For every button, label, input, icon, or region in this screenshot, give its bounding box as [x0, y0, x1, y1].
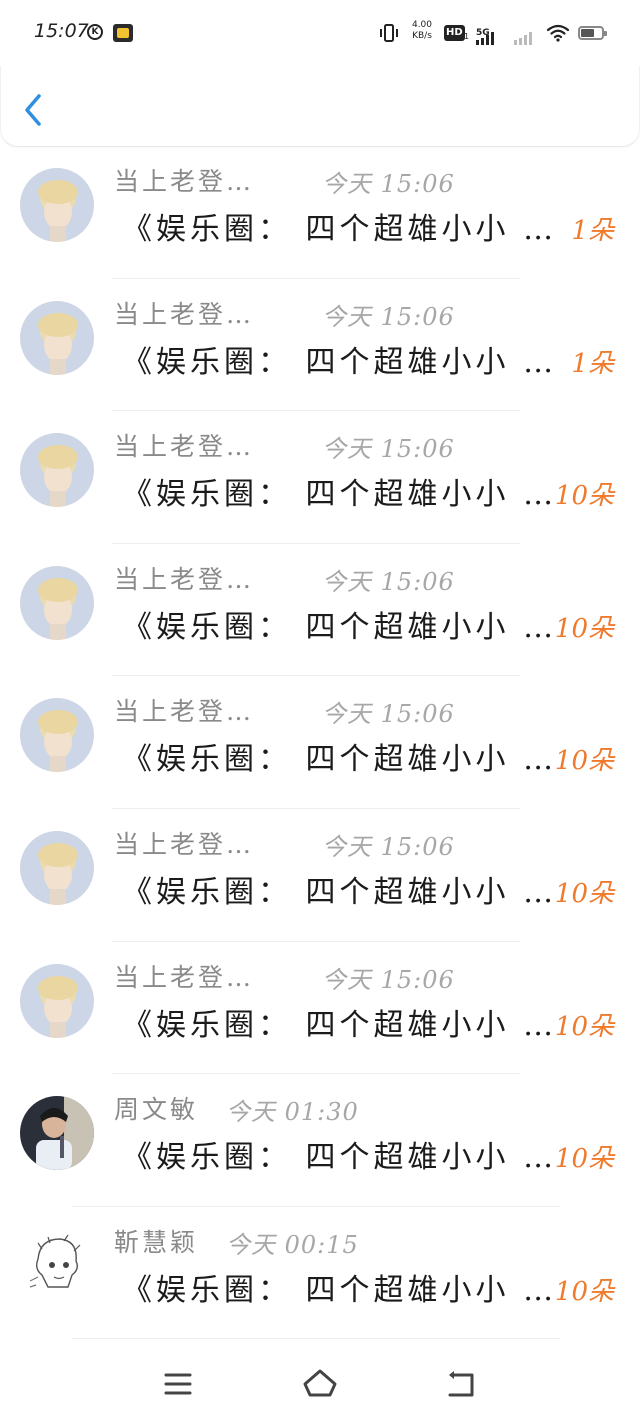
back-icon	[448, 1371, 474, 1397]
menu-button[interactable]	[158, 1364, 198, 1404]
battery-icon	[578, 26, 607, 40]
message-row[interactable]: 当上老登… 今天 15:06 《娱乐圈： 四个超雄小小 … 10朵	[0, 544, 640, 677]
hd-badge: HD	[444, 25, 465, 41]
message-preview: 《娱乐圈： 四个超雄小小 …	[122, 1272, 558, 1308]
message-preview: 《娱乐圈： 四个超雄小小 …	[122, 1007, 558, 1043]
flower-count: 10朵	[554, 1144, 614, 1175]
wifi-icon	[546, 24, 570, 42]
message-time: 今天 15:06	[322, 965, 455, 994]
flower-count: 1朵	[571, 348, 614, 379]
message-row[interactable]: 当上老登… 今天 15:06 《娱乐圈： 四个超雄小小 … 10朵	[0, 942, 640, 1075]
message-row[interactable]: 当上老登… 今天 15:06 《娱乐圈： 四个超雄小小 … 1朵	[0, 279, 640, 412]
message-preview: 《娱乐圈： 四个超雄小小 …	[122, 1140, 558, 1176]
system-nav-bar	[0, 1346, 640, 1422]
message-time: 今天 15:06	[322, 170, 455, 198]
sender-name: 靳慧颖	[114, 1227, 199, 1257]
nav-back-button[interactable]	[442, 1364, 482, 1404]
message-row[interactable]: 周文敏 今天 01:30 《娱乐圈： 四个超雄小小 … 10朵	[0, 1074, 640, 1207]
menu-icon	[164, 1373, 192, 1395]
flower-count: 10朵	[554, 481, 614, 512]
net-speed-unit: KB/s	[412, 31, 432, 41]
net-speed: 4.00 KB/s	[408, 20, 436, 42]
hd-sub: 1	[464, 32, 470, 41]
sender-name: 当上老登…	[114, 167, 255, 196]
message-time: 今天 15:06	[322, 302, 455, 331]
header-bar	[0, 66, 640, 147]
message-time: 今天 15:06	[322, 435, 455, 464]
status-bar: 15:07 K 4.00 KB/s HD 1 5G	[0, 0, 640, 66]
signal-icon: 5G	[476, 20, 532, 45]
message-row[interactable]: 当上老登… 今天 15:06 《娱乐圈： 四个超雄小小 … 10朵	[0, 809, 640, 942]
avatar[interactable]	[20, 1228, 94, 1303]
avatar[interactable]	[20, 565, 94, 640]
avatar[interactable]	[20, 168, 94, 242]
message-row[interactable]: 靳慧颖 今天 00:15 《娱乐圈： 四个超雄小小 … 10朵	[0, 1207, 640, 1340]
message-preview: 《娱乐圈： 四个超雄小小 …	[122, 742, 558, 778]
message-row[interactable]: 当上老登… 今天 15:06 《娱乐圈： 四个超雄小小 … 10朵	[0, 411, 640, 544]
app-notification-icon	[113, 24, 133, 42]
message-preview: 《娱乐圈： 四个超雄小小 …	[122, 344, 558, 380]
flower-count: 10朵	[554, 746, 614, 777]
message-preview: 《娱乐圈： 四个超雄小小 …	[122, 609, 558, 645]
avatar[interactable]	[20, 433, 94, 508]
sender-name: 当上老登…	[114, 697, 255, 727]
message-time: 今天 15:06	[322, 567, 455, 596]
message-row[interactable]: 当上老登… 今天 15:06 《娱乐圈： 四个超雄小小 … 1朵	[0, 146, 640, 279]
vibrate-icon	[380, 24, 398, 42]
chevron-left-icon	[25, 94, 41, 126]
flower-count: 10朵	[554, 1276, 614, 1307]
status-time: 15:07	[34, 20, 89, 42]
avatar[interactable]	[20, 698, 94, 773]
sender-name: 当上老登…	[114, 299, 255, 329]
home-button[interactable]	[300, 1364, 340, 1404]
sender-name: 当上老登…	[114, 829, 255, 859]
avatar[interactable]	[20, 300, 94, 375]
message-time: 今天 15:06	[322, 832, 455, 861]
sender-name: 当上老登…	[114, 962, 255, 992]
home-icon	[303, 1369, 337, 1397]
net-speed-value: 4.00	[411, 20, 433, 30]
flower-count: 1朵	[571, 216, 614, 246]
avatar[interactable]	[20, 1096, 94, 1171]
message-row[interactable]: 当上老登… 今天 15:06 《娱乐圈： 四个超雄小小 … 10朵	[0, 676, 640, 809]
message-time: 今天 00:15	[226, 1230, 359, 1259]
row-divider	[72, 1338, 560, 1340]
sender-name: 周文敏	[114, 1095, 199, 1125]
message-time: 今天 15:06	[322, 700, 455, 729]
flower-count: 10朵	[554, 878, 614, 909]
message-preview: 《娱乐圈： 四个超雄小小 …	[122, 212, 558, 247]
message-list[interactable]: 当上老登… 今天 15:06 《娱乐圈： 四个超雄小小 … 1朵 当上老登… 今天 15:…	[0, 146, 640, 1340]
sender-name: 当上老登…	[114, 564, 255, 594]
avatar[interactable]	[20, 963, 94, 1038]
flower-count: 10朵	[554, 1011, 614, 1042]
message-preview: 《娱乐圈： 四个超雄小小 …	[122, 874, 558, 910]
message-time: 今天 01:30	[226, 1098, 359, 1127]
avatar[interactable]	[20, 830, 94, 905]
sender-name: 当上老登…	[114, 432, 255, 462]
message-preview: 《娱乐圈： 四个超雄小小 …	[122, 477, 558, 513]
flower-count: 10朵	[554, 613, 614, 644]
k-badge-icon: K	[87, 24, 103, 40]
back-button[interactable]	[19, 90, 51, 130]
